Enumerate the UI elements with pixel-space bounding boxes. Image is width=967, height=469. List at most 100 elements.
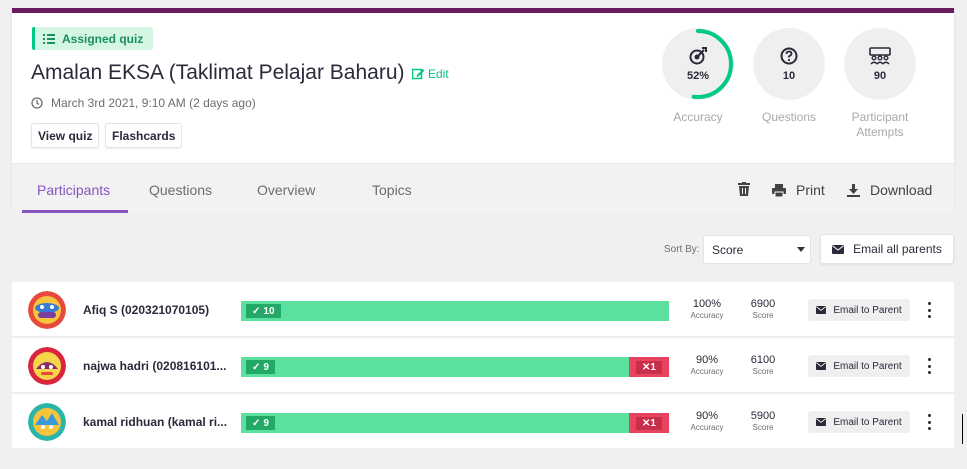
participant-score-label: Score	[752, 311, 774, 320]
correct-count-badge: ✓ 10	[246, 304, 281, 318]
tabs-bar: Participants Questions Overview Topics P…	[12, 163, 954, 213]
correct-count: 10	[263, 305, 275, 317]
correct-count-badge: ✓ 9	[246, 416, 275, 430]
participant-accuracy: 90%	[695, 410, 719, 422]
correct-count-badge: ✓ 9	[246, 360, 275, 374]
questions-stat: 10 Questions	[753, 28, 825, 125]
question-circle-icon	[780, 47, 798, 64]
accuracy-label: Accuracy	[673, 110, 723, 124]
text-cursor	[962, 414, 963, 444]
email-to-parent-label: Email to Parent	[833, 360, 902, 372]
avatar	[28, 403, 66, 441]
attempts-circle: 90	[844, 28, 916, 100]
active-tab-indicator	[22, 210, 128, 213]
participant-accuracy: 90%	[695, 354, 719, 366]
questions-label: Questions	[761, 110, 817, 124]
participant-accuracy-label: Accuracy	[690, 367, 724, 376]
accuracy-metric: 90% Accuracy	[682, 410, 732, 433]
email-to-parent-button[interactable]: Email to Parent	[808, 411, 910, 433]
email-to-parent-label: Email to Parent	[833, 304, 902, 316]
attempts-value: 90	[873, 69, 887, 82]
participant-row[interactable]: najwa hadri (020816101... ✓ 9 ✕1 90% Accu…	[12, 338, 954, 393]
questions-circle: 10	[753, 28, 825, 100]
delete-button[interactable]	[738, 182, 750, 196]
check-icon: ✓	[252, 361, 261, 373]
accuracy-ring	[663, 29, 733, 99]
score-metric: 6100 Score	[738, 354, 788, 377]
score-metric: 6900 Score	[738, 298, 788, 321]
edit-icon	[412, 68, 425, 80]
participant-score: 6100	[750, 354, 776, 366]
participants-icon	[869, 46, 891, 64]
attempts-label: Participant Attempts	[851, 110, 909, 139]
email-to-parent-button[interactable]: Email to Parent	[808, 355, 910, 377]
download-icon	[847, 183, 860, 197]
email-to-parent-button[interactable]: Email to Parent	[808, 299, 910, 321]
incorrect-count-badge: ✕1	[629, 357, 669, 377]
avatar	[28, 291, 66, 329]
participant-row[interactable]: Afiq S (020321070105) ✓ 10 100% Accuracy …	[12, 282, 954, 337]
more-options-icon[interactable]	[926, 358, 932, 374]
answer-bar: ✓ 10	[241, 301, 669, 321]
flashcards-button[interactable]: Flashcards	[105, 123, 183, 148]
participant-score: 5900	[750, 410, 776, 422]
participant-score: 6900	[750, 298, 776, 310]
check-icon: ✓	[252, 417, 261, 429]
list-icon	[43, 33, 55, 44]
incorrect-count: 1	[650, 361, 656, 373]
incorrect-count: 1	[650, 417, 656, 429]
accuracy-circle: 52%	[662, 28, 734, 100]
envelope-icon	[816, 362, 827, 370]
envelope-icon	[816, 306, 827, 314]
participant-name: Afiq S (020321070105)	[83, 303, 210, 317]
quiz-title: Amalan EKSA (Taklimat Pelajar Baharu)	[31, 61, 405, 84]
incorrect-count-badge: ✕1	[629, 413, 669, 433]
answer-bar: ✓ 9 ✕1	[241, 413, 669, 433]
avatar	[28, 347, 66, 385]
more-options-icon[interactable]	[926, 414, 932, 430]
view-quiz-button[interactable]: View quiz	[31, 123, 100, 148]
download-label: Download	[870, 182, 933, 198]
correct-count: 9	[263, 417, 269, 429]
trash-icon	[738, 182, 750, 196]
participant-row[interactable]: kamal ridhuan (kamal ri... ✓ 9 ✕1 90% Acc…	[12, 394, 954, 449]
participant-score-label: Score	[752, 423, 774, 432]
participant-score-label: Score	[752, 367, 774, 376]
accuracy-stat: 52% Accuracy	[662, 28, 734, 125]
email-all-parents-button[interactable]: Email all parents	[820, 234, 954, 264]
participant-name: najwa hadri (020816101...	[83, 359, 227, 373]
chevron-down-icon	[797, 247, 805, 252]
more-options-icon[interactable]	[926, 302, 932, 318]
print-icon	[772, 183, 786, 197]
edit-label: Edit	[428, 67, 449, 81]
tab-questions[interactable]: Questions	[149, 182, 212, 198]
email-all-parents-label: Email all parents	[853, 242, 942, 256]
attempts-stat: 90 Participant Attempts	[844, 28, 916, 140]
questions-value: 10	[782, 69, 796, 82]
participant-name: kamal ridhuan (kamal ri...	[83, 415, 228, 429]
tab-overview[interactable]: Overview	[257, 182, 315, 198]
tab-participants[interactable]: Participants	[37, 182, 110, 198]
check-icon: ✓	[252, 305, 261, 317]
sort-by-label: Sort By:	[664, 244, 700, 255]
envelope-icon	[816, 418, 827, 426]
print-button[interactable]: Print	[772, 182, 825, 198]
edit-button[interactable]: Edit	[412, 67, 449, 81]
sort-selected-value: Score	[712, 242, 744, 257]
envelope-icon	[832, 244, 845, 254]
quiz-date-text: March 3rd 2021, 9:10 AM (2 days ago)	[51, 96, 256, 110]
answer-bar: ✓ 9 ✕1	[241, 357, 669, 377]
participant-accuracy-label: Accuracy	[690, 423, 724, 432]
clock-icon	[31, 97, 43, 109]
email-to-parent-label: Email to Parent	[833, 416, 902, 428]
assigned-quiz-label: Assigned quiz	[62, 31, 144, 46]
participant-accuracy: 100%	[692, 298, 722, 310]
score-metric: 5900 Score	[738, 410, 788, 433]
assigned-quiz-tag: Assigned quiz	[32, 27, 154, 50]
tab-topics[interactable]: Topics	[372, 182, 412, 198]
sort-select[interactable]: Score	[703, 235, 811, 264]
accuracy-metric: 90% Accuracy	[682, 354, 732, 377]
print-label: Print	[796, 182, 825, 198]
correct-count: 9	[263, 361, 269, 373]
download-button[interactable]: Download	[847, 182, 932, 198]
